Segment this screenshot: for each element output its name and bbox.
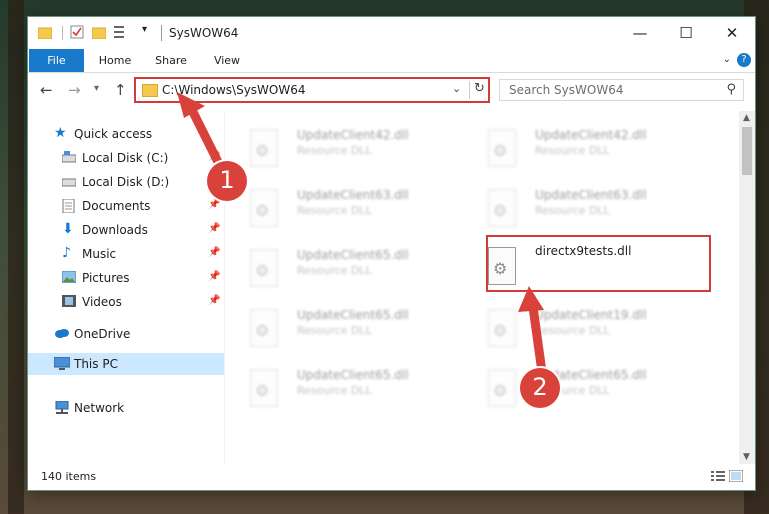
step-badge-2: 2 (520, 368, 560, 408)
annotation-arrows (177, 92, 547, 377)
step-badge-1: 1 (207, 161, 247, 201)
